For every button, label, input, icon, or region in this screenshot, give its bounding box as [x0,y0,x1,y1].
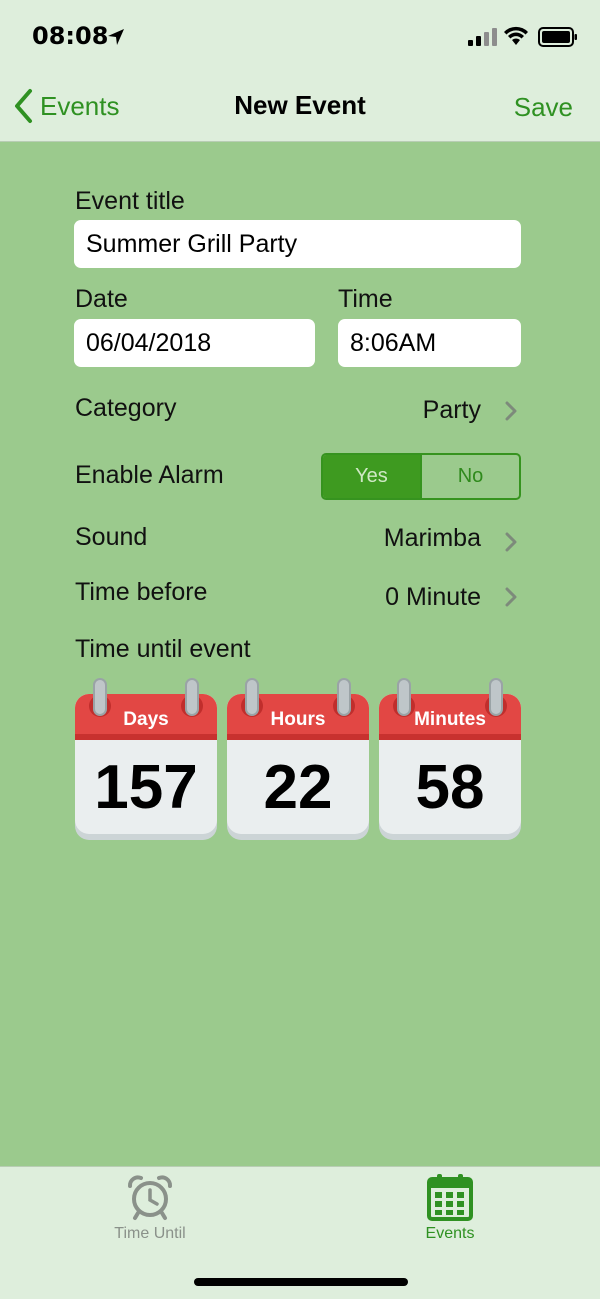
sound-label: Sound [75,523,148,551]
time-before-value: 0 Minute [385,583,481,611]
chevron-right-icon [505,401,517,421]
battery-icon [538,27,577,47]
navigation-bar: Events New Event Save [0,76,600,142]
countdown-label: Time until event [75,635,251,663]
cellular-signal-icon [468,28,497,46]
alarm-clock-icon [128,1175,172,1220]
chevron-right-icon [505,532,517,552]
event-title-input[interactable]: Summer Grill Party [74,220,521,268]
wifi-icon [504,26,528,45]
page-title: New Event [234,90,366,120]
time-label: Time [338,285,393,313]
status-bar: 08:08 [0,0,600,76]
tab-time-until[interactable]: Time Until [50,1167,250,1257]
home-indicator [194,1278,408,1286]
status-time: 08:08 [32,22,109,50]
countdown-hours-card: Hours 22 [227,678,369,842]
tab-label: Events [425,1225,475,1242]
date-input[interactable]: 06/04/2018 [74,319,315,367]
countdown-value: 22 [263,753,333,822]
countdown-minutes-card: Minutes 58 [379,678,521,842]
countdown-value: 58 [415,753,485,822]
alarm-no-option[interactable]: No [420,455,519,498]
countdown-unit-label: Hours [270,709,326,730]
calendar-icon [427,1174,473,1221]
sound-value: Marimba [383,524,481,552]
time-input[interactable]: 8:06AM [338,319,521,367]
alarm-yes-option[interactable]: Yes [323,455,420,498]
category-value: Party [422,396,481,424]
date-label: Date [75,285,128,313]
countdown-unit-label: Days [123,709,169,730]
category-label: Category [75,394,177,422]
tab-bar: Time Until Events [0,1166,600,1299]
save-button[interactable]: Save [514,92,573,123]
countdown-value: 157 [94,753,198,822]
tab-label: Time Until [114,1225,186,1242]
countdown-days-card: Days 157 [75,678,217,842]
enable-alarm-label: Enable Alarm [75,461,224,489]
tab-events[interactable]: Events [350,1167,550,1257]
countdown-unit-label: Minutes [414,709,486,730]
location-arrow-icon [108,29,124,45]
time-before-label: Time before [75,578,208,606]
event-title-label: Event title [75,187,185,215]
alarm-segmented-control[interactable]: Yes No [321,453,521,500]
chevron-right-icon [505,587,517,607]
